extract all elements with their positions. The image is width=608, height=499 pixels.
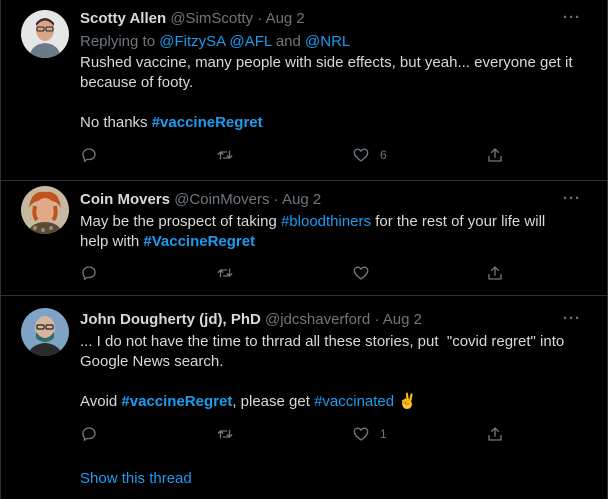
tweet-actions: 1 xyxy=(80,424,510,444)
show-thread-link[interactable]: Show this thread xyxy=(80,470,192,487)
mention-link[interactable]: @NRL xyxy=(305,33,350,50)
like-icon xyxy=(353,427,369,441)
separator-dot: · xyxy=(257,10,263,27)
like-button[interactable]: 1 xyxy=(352,424,387,444)
separator-dot: · xyxy=(273,191,279,208)
victory-emoji: ✌ xyxy=(398,393,417,410)
mention-link[interactable]: @AFL xyxy=(229,33,271,50)
share-button[interactable] xyxy=(486,145,504,165)
tweet[interactable]: Scotty Allen @SimScotty · Aug 2 ··· Repl… xyxy=(1,0,607,180)
tweet-line: ... I do not have the time to thrrad all… xyxy=(80,333,565,350)
tweet-line: Avoid xyxy=(80,393,122,410)
tweet-line: for the rest of your life will xyxy=(371,213,546,230)
tweet-actions xyxy=(80,263,510,283)
retweet-icon xyxy=(217,429,233,439)
share-icon xyxy=(488,148,502,162)
tweet-line: May be the prospect of taking xyxy=(80,213,281,230)
reply-prefix: Replying to xyxy=(80,33,160,50)
tweet-actions: 6 xyxy=(80,145,510,165)
reply-context: Replying to @FitzySA @AFL and @NRL xyxy=(80,33,350,50)
tweet[interactable]: Coin Movers @CoinMovers · Aug 2 ··· May … xyxy=(1,181,607,295)
avatar[interactable] xyxy=(21,10,69,58)
reply-button[interactable] xyxy=(80,424,98,444)
tweet-line: No thanks xyxy=(80,114,152,131)
retweet-button[interactable] xyxy=(216,263,234,283)
avatar[interactable] xyxy=(21,186,69,234)
more-icon[interactable]: ··· xyxy=(563,9,581,26)
tweet[interactable]: John Dougherty (jd), PhD @jdcshaverford … xyxy=(1,296,607,499)
like-button[interactable] xyxy=(352,263,370,283)
reply-and: and xyxy=(271,33,306,50)
share-icon xyxy=(488,427,502,441)
like-count: 1 xyxy=(380,427,387,441)
author-handle[interactable]: @jdcshaverford xyxy=(265,311,370,328)
retweet-button[interactable] xyxy=(216,145,234,165)
reply-icon xyxy=(82,266,96,281)
tweet-line: help with xyxy=(80,233,144,250)
like-icon xyxy=(353,148,369,162)
tweet-date[interactable]: Aug 2 xyxy=(266,10,305,27)
tweet-text: May be the prospect of taking #bloodthin… xyxy=(80,212,580,252)
more-icon[interactable]: ··· xyxy=(563,190,581,207)
hashtag-link[interactable]: #bloodthiners xyxy=(281,213,371,230)
hashtag-link[interactable]: #vaccineRegret xyxy=(152,114,263,131)
share-button[interactable] xyxy=(486,263,504,283)
reply-button[interactable] xyxy=(80,145,98,165)
like-count: 6 xyxy=(380,148,387,162)
tweet-date[interactable]: Aug 2 xyxy=(282,191,321,208)
more-icon[interactable]: ··· xyxy=(563,310,581,327)
tweet-date[interactable]: Aug 2 xyxy=(383,311,422,328)
hashtag-link[interactable]: #VaccineRegret xyxy=(143,233,255,250)
tweet-text: Rushed vaccine, many people with side ef… xyxy=(80,53,580,133)
like-icon xyxy=(353,266,369,280)
share-button[interactable] xyxy=(486,424,504,444)
tweet-line: Rushed vaccine, many people with side ef… xyxy=(80,54,573,71)
author-name[interactable]: Coin Movers xyxy=(80,191,170,208)
tweet-text: ... I do not have the time to thrrad all… xyxy=(80,332,580,412)
tweet-line: because of footy. xyxy=(80,74,194,91)
author-handle[interactable]: @SimScotty xyxy=(170,10,253,27)
hashtag-link[interactable]: #vaccinated xyxy=(314,393,394,410)
reply-icon xyxy=(82,427,96,442)
author-name[interactable]: Scotty Allen xyxy=(80,10,166,27)
tweet-line: Google News search. xyxy=(80,353,224,370)
author-handle[interactable]: @CoinMovers xyxy=(174,191,269,208)
retweet-icon xyxy=(217,268,233,278)
author-name[interactable]: John Dougherty (jd), PhD xyxy=(80,311,261,328)
tweet-line: , please get xyxy=(232,393,315,410)
mention-link[interactable]: @FitzySA xyxy=(159,33,225,50)
retweet-icon xyxy=(217,150,233,160)
reply-icon xyxy=(82,148,96,163)
tweet-feed: Scotty Allen @SimScotty · Aug 2 ··· Repl… xyxy=(0,0,608,499)
reply-button[interactable] xyxy=(80,263,98,283)
hashtag-link[interactable]: #vaccineRegret xyxy=(121,393,232,410)
avatar[interactable] xyxy=(21,308,69,356)
share-icon xyxy=(488,266,502,280)
retweet-button[interactable] xyxy=(216,424,234,444)
like-button[interactable]: 6 xyxy=(352,145,387,165)
separator-dot: · xyxy=(374,311,380,328)
